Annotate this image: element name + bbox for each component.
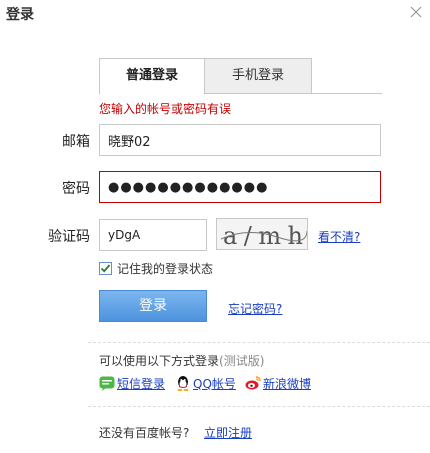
error-message: 您输入的帐号或密码有误: [99, 102, 232, 116]
captcha-refresh-link[interactable]: 看不清?: [318, 228, 360, 245]
email-field[interactable]: [99, 124, 381, 156]
login-button[interactable]: 登录: [99, 290, 207, 322]
qq-icon: [175, 375, 191, 391]
qq-login-option[interactable]: QQ帐号: [175, 374, 236, 392]
other-login-title: 可以使用以下方式登录(测试版): [99, 352, 264, 369]
dialog-title: 登录: [6, 7, 34, 23]
weibo-icon: [245, 375, 261, 391]
divider: [88, 342, 430, 343]
other-login-title-text: 可以使用以下方式登录: [99, 354, 220, 368]
remember-checkbox[interactable]: [99, 261, 112, 275]
weibo-login-option[interactable]: 新浪微博: [245, 374, 311, 392]
close-button[interactable]: [406, 2, 426, 22]
tab-normal-login[interactable]: 普通登录: [99, 58, 205, 95]
captcha-input[interactable]: [99, 219, 207, 251]
login-tabs: 普通登录 手机登录: [99, 58, 382, 95]
tab-phone-login[interactable]: 手机登录: [205, 58, 312, 94]
login-dialog: 登录 普通登录 手机登录 您输入的帐号或密码有误 邮箱 密码 验证码 a/mh …: [0, 0, 430, 453]
sms-login-label: 短信登录: [117, 376, 166, 391]
weibo-login-label: 新浪微博: [263, 376, 312, 391]
captcha-graphic: a/mh: [220, 222, 307, 250]
register-link[interactable]: 立即注册: [204, 424, 252, 441]
qq-login-label: QQ帐号: [193, 376, 236, 391]
captcha-image[interactable]: a/mh: [216, 218, 308, 250]
register-prompt: 还没有百度帐号?: [99, 426, 190, 440]
remember-label: 记住我的登录状态: [117, 261, 214, 276]
check-icon: [100, 263, 111, 273]
sms-icon: [99, 375, 115, 391]
beta-tag: (测试版): [219, 354, 265, 368]
close-icon: [410, 6, 422, 18]
email-label: 邮箱: [62, 134, 90, 150]
password-field[interactable]: [99, 171, 381, 203]
captcha-text: a/mh: [223, 222, 303, 250]
sms-login-option[interactable]: 短信登录: [99, 374, 165, 392]
remember-me[interactable]: 记住我的登录状态: [99, 260, 213, 276]
captcha-label: 验证码: [48, 229, 90, 245]
divider: [88, 406, 430, 407]
forgot-password-link[interactable]: 忘记密码?: [228, 300, 282, 317]
password-label: 密码: [62, 181, 90, 197]
